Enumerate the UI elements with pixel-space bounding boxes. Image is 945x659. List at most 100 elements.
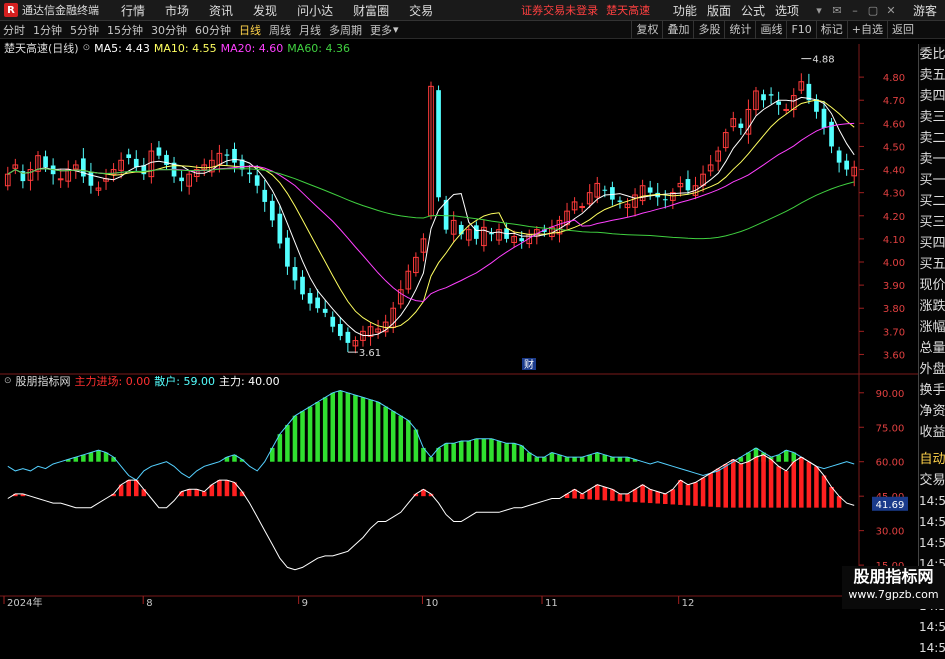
tool-duogu[interactable]: 多股 (693, 21, 724, 39)
candle-body-down (337, 324, 343, 336)
low-marker-label: 3.61 (359, 348, 381, 359)
y-tick-label: 4.00 (883, 258, 905, 269)
tick-time-row: 14:56 (919, 494, 945, 508)
quote-label-5[interactable]: 卖一 (919, 149, 945, 170)
menu-banmian[interactable]: 版面 (707, 2, 731, 19)
period-fenshi[interactable]: 分时 (3, 22, 25, 38)
period-monthly[interactable]: 月线 (299, 22, 321, 38)
candle-body-down (247, 172, 252, 175)
candle-body-down (43, 156, 48, 168)
quote-label-1[interactable]: 卖五 (919, 65, 945, 86)
tool-diejia[interactable]: 叠加 (662, 21, 693, 39)
tick-time-row: 14:56 (919, 641, 945, 655)
indicator-name: 股朋指标网 (15, 375, 71, 388)
site-watermark: 股朋指标网 www.7gpzb.com (842, 566, 945, 609)
candle-body-down (224, 154, 230, 156)
menu-caifuquan[interactable]: 财富圈 (353, 2, 389, 19)
candle-body-down (602, 189, 608, 191)
panel-tab-1[interactable]: 交易 (919, 470, 945, 491)
tool-f10[interactable]: F10 (786, 21, 815, 39)
tick-time-row: 14:56 (919, 515, 945, 529)
menu-hangqing[interactable]: 行情 (121, 2, 145, 19)
message-icon[interactable]: ✉ (829, 4, 845, 17)
kline-chart[interactable]: 2024年 8 9 10 11 12 4.804.704.604.504.404.304.… (0, 44, 918, 609)
quote-label-13[interactable]: 涨幅 (919, 317, 945, 338)
quote-label-16[interactable]: 换手 (919, 380, 945, 401)
menu-shichang[interactable]: 市场 (165, 2, 189, 19)
period-15min[interactable]: 15分钟 (107, 22, 143, 38)
quote-label-7[interactable]: 买二 (919, 191, 945, 212)
menu-xuanxiang[interactable]: 选项 (775, 2, 799, 19)
quote-label-4[interactable]: 卖二 (919, 128, 945, 149)
period-multi[interactable]: 多周期 (329, 22, 362, 38)
candle-body-down (821, 108, 827, 128)
period-daily[interactable]: 日线 (239, 22, 261, 38)
candle-body-down (685, 179, 691, 191)
quote-label-17[interactable]: 净资 (919, 401, 945, 422)
indicator-settings-icon[interactable]: ⊙ (4, 376, 12, 386)
y-tick-label: 4.60 (883, 119, 905, 130)
candle-body-down (300, 276, 305, 295)
menu-jiaoyi[interactable]: 交易 (409, 2, 433, 19)
high-marker-label: 4.88 (812, 55, 834, 66)
panel-tab-0[interactable]: 自动 (919, 449, 945, 470)
menu-faxian[interactable]: 发现 (253, 2, 277, 19)
skin-icon[interactable]: ▾ (811, 4, 827, 17)
candles (4, 73, 858, 354)
period-more[interactable]: 更多 (370, 22, 392, 38)
period-toolbar: 分时 1分钟 5分钟 15分钟 30分钟 60分钟 日线 周线 月线 多周期 更… (0, 21, 945, 39)
tick-time-row: 14:56 (919, 536, 945, 550)
menu-wenxiaoda[interactable]: 问小达 (297, 2, 333, 19)
quote-label-15[interactable]: 外盘 (919, 359, 945, 380)
y-tick-label: 3.60 (883, 350, 905, 361)
tool-fuquan[interactable]: 复权 (631, 21, 662, 39)
candle-body-down (474, 225, 479, 239)
more-dropdown-icon[interactable]: ▾ (393, 23, 399, 36)
maximize-icon[interactable]: ▢ (865, 4, 881, 17)
candle-body-down (156, 147, 162, 156)
tool-zixuan[interactable]: +自选 (846, 21, 887, 39)
minimize-icon[interactable]: – (847, 4, 863, 17)
period-60min[interactable]: 60分钟 (195, 22, 231, 38)
quote-label-3[interactable]: 卖三 (919, 107, 945, 128)
quote-label-8[interactable]: 买三 (919, 212, 945, 233)
candle-body-down (330, 316, 336, 327)
period-5min[interactable]: 5分钟 (70, 22, 99, 38)
candle-body-down (738, 123, 744, 128)
period-1min[interactable]: 1分钟 (33, 22, 62, 38)
candle-body-down (761, 94, 766, 101)
y-tick-label: 4.20 (883, 212, 905, 223)
quote-label-10[interactable]: 买五 (919, 254, 945, 275)
close-icon[interactable]: ✕ (883, 4, 899, 17)
quote-label-12[interactable]: 涨跌 (919, 296, 945, 317)
menu-gongneng[interactable]: 功能 (673, 2, 697, 19)
tool-biaoji[interactable]: 标记 (815, 21, 847, 39)
tool-tongji[interactable]: 统计 (724, 21, 755, 39)
y-tick-label: 4.30 (883, 189, 905, 200)
x-tick-label: 9 (302, 598, 308, 609)
trade-login-notice[interactable]: 证券交易未登录 (521, 2, 598, 18)
finance-marker: 财 (524, 358, 534, 371)
menu-zixun[interactable]: 资讯 (209, 2, 233, 19)
y-tick-label: 4.10 (883, 235, 905, 246)
user-guest[interactable]: 游客 (913, 2, 937, 19)
indicator-area (7, 389, 855, 571)
candle-body-down (133, 158, 139, 168)
quote-label-6[interactable]: 买一 (919, 170, 945, 191)
period-30min[interactable]: 30分钟 (151, 22, 187, 38)
menu-gongshi[interactable]: 公式 (741, 2, 765, 19)
watermark-title: 股朋指标网 (853, 567, 934, 586)
tool-huaxian[interactable]: 画线 (755, 21, 786, 39)
quote-label-14[interactable]: 总量 (919, 338, 945, 359)
ind-y-tick-label: 60.00 (876, 458, 905, 469)
quote-panel: 委比 卖五 卖四 卖三 卖二 卖一 买一 买二 买三 买四 买五 现价 涨跌 涨幅 总量 外盘 换手 净资 收益自动… (918, 44, 945, 655)
candle-body-down (262, 189, 268, 202)
quote-label-2[interactable]: 卖四 (919, 86, 945, 107)
quote-label-9[interactable]: 买四 (919, 233, 945, 254)
tool-fanhui[interactable]: 返回 (887, 21, 918, 39)
period-weekly[interactable]: 周线 (269, 22, 291, 38)
y-tick-label: 4.50 (883, 142, 905, 153)
quote-label-18[interactable]: 收益 (919, 422, 945, 443)
quote-label-11[interactable]: 现价 (919, 275, 945, 296)
quote-label-0[interactable]: 委比 (919, 44, 945, 65)
